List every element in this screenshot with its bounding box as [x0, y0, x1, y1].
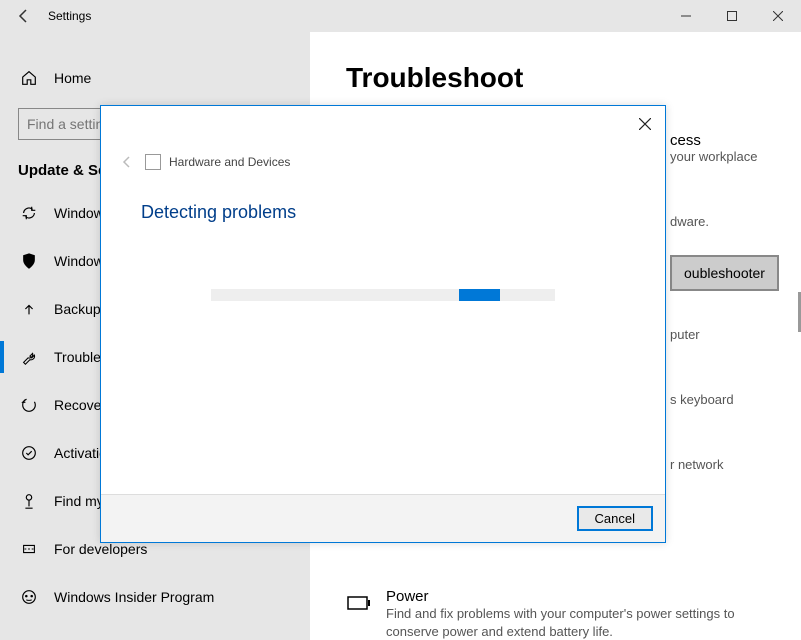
dialog-back-button[interactable]: [117, 152, 137, 172]
progress-bar: [211, 289, 555, 301]
dialog-heading: Detecting problems: [101, 172, 665, 223]
troubleshooter-dialog: Hardware and Devices Detecting problems …: [100, 105, 666, 543]
dialog-app-icon: [145, 154, 161, 170]
dialog-cancel-button[interactable]: Cancel: [577, 506, 653, 531]
progress-fill: [459, 289, 500, 301]
dialog-close-button[interactable]: [631, 110, 659, 138]
dialog-breadcrumb: Hardware and Devices: [169, 155, 290, 169]
dialog-overlay: Hardware and Devices Detecting problems …: [0, 0, 801, 640]
